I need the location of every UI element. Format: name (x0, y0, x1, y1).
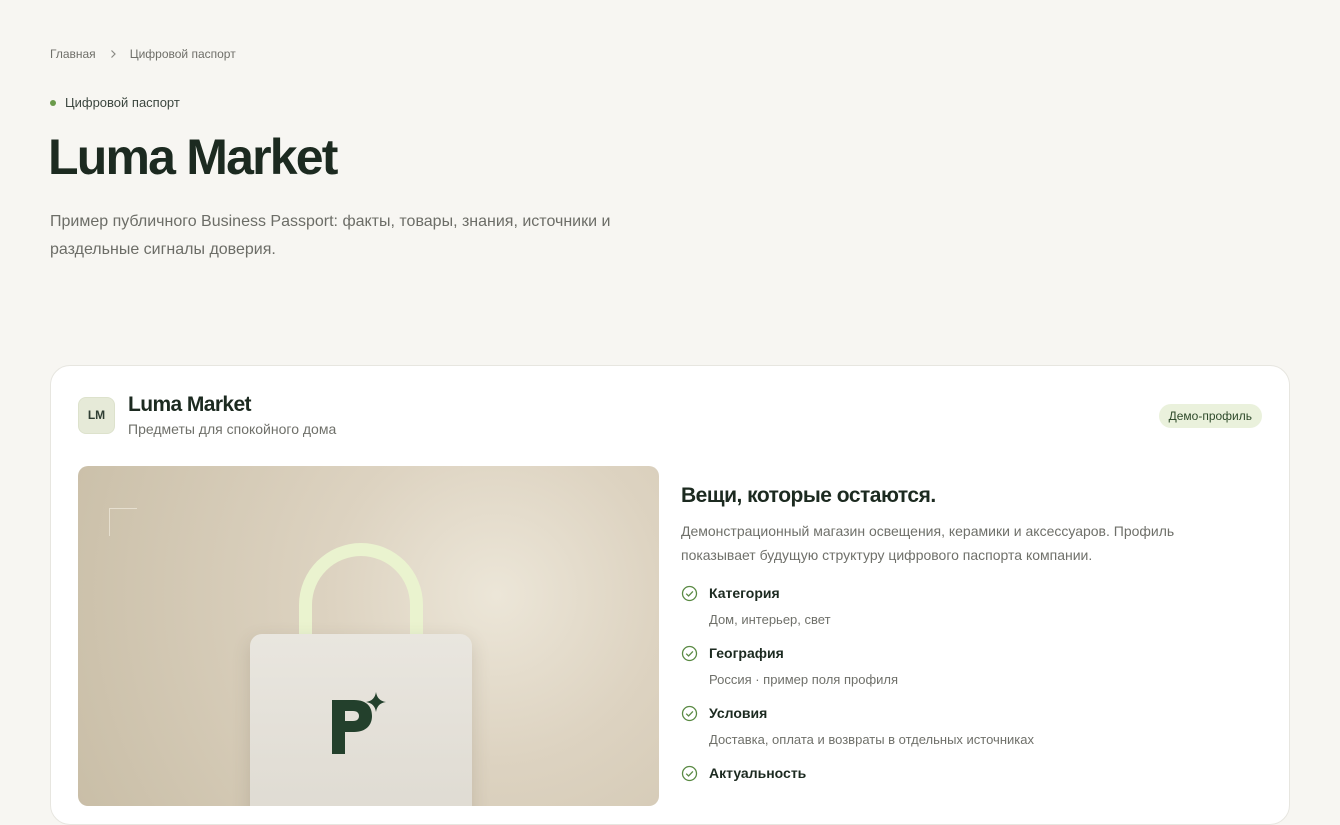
feature-title: Категория (709, 585, 780, 601)
frame-corner-decoration (109, 508, 137, 536)
passport-logo-icon (332, 692, 386, 754)
check-circle-icon (681, 765, 698, 782)
brand-tagline: Предметы для спокойного дома (128, 421, 337, 437)
breadcrumb: Главная Цифровой паспорт (50, 47, 236, 61)
feature-value: Россия · пример поля профиля (709, 672, 899, 687)
feature-item-geography: География Россия · пример поля профиля (681, 645, 1241, 688)
brand-name: Luma Market (128, 393, 252, 416)
check-circle-icon (681, 645, 698, 662)
features-description: Демонстрационный магазин освещения, кера… (681, 523, 1175, 563)
chevron-right-icon (110, 50, 116, 58)
feature-item-category: Категория Дом, интерьер, свет (681, 585, 1241, 628)
demo-badge: Демо-профиль (1158, 404, 1262, 428)
avatar: LM (78, 396, 115, 434)
card-header: LM Luma Market Предметы для спокойного д… (78, 393, 336, 437)
feature-title: География (709, 645, 784, 661)
feature-value: Доставка, оплата и возвраты в отдельных … (709, 732, 1034, 747)
feature-title: Условия (709, 705, 768, 721)
hero-image (78, 466, 659, 806)
page-lead: Пример публичного Business Passport: фак… (50, 213, 611, 258)
features-heading: Вещи, которые остаются. (681, 484, 936, 507)
features-panel: Вещи, которые остаются. Демонстрационный… (681, 484, 1241, 792)
feature-item-freshness: Актуальность (681, 765, 1241, 782)
feature-value: Дом, интерьер, свет (709, 612, 831, 627)
passport-card: LM Luma Market Предметы для спокойного д… (50, 365, 1290, 825)
breadcrumb-home-link[interactable]: Главная (50, 47, 96, 61)
check-circle-icon (681, 585, 698, 602)
check-circle-icon (681, 705, 698, 722)
status-dot-icon (50, 99, 56, 106)
feature-item-terms: Условия Доставка, оплата и возвраты в от… (681, 705, 1241, 748)
page-title: Luma Market (48, 129, 338, 185)
section-eyebrow: Цифровой паспорт (50, 95, 180, 110)
feature-title: Актуальность (709, 765, 807, 781)
eyebrow-label: Цифровой паспорт (65, 95, 180, 110)
shopping-bag-illustration (250, 634, 472, 806)
breadcrumb-current: Цифровой паспорт (129, 47, 236, 61)
